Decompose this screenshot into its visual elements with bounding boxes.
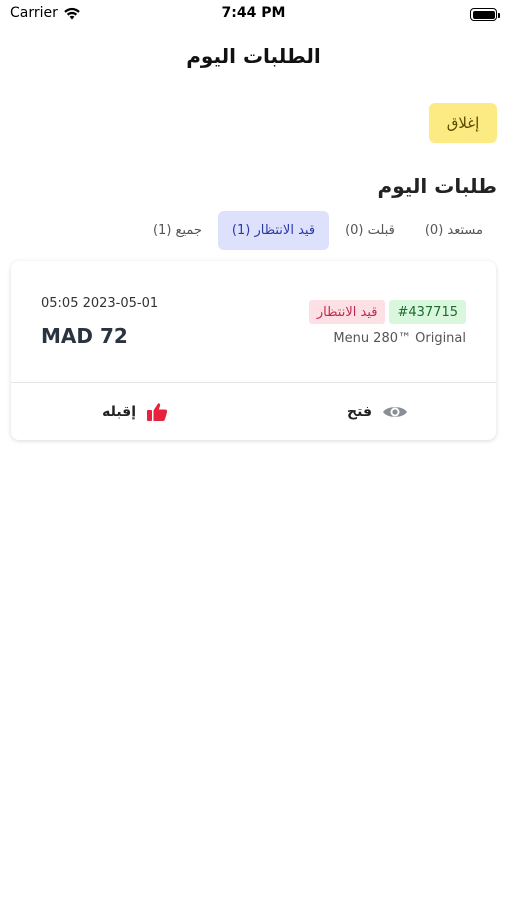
order-id-badge: #437715 <box>389 300 466 324</box>
tab-pending[interactable]: قيد الانتظار (1) <box>217 211 330 250</box>
status-badge: قيد الانتظار <box>308 300 386 324</box>
status-time: 7:44 PM <box>221 5 286 21</box>
close-button[interactable]: إغلاق <box>429 103 497 143</box>
order-price: MAD 72 <box>41 324 128 348</box>
order-date: 05:05 2023-05-01 <box>41 296 159 311</box>
tab-all[interactable]: جميع (1) <box>139 211 216 250</box>
order-badges: #437715 قيد الانتظار <box>308 300 466 324</box>
tab-accepted[interactable]: قبلت (0) <box>331 211 409 250</box>
open-order-label: فتح <box>347 403 372 420</box>
status-bar: Carrier 7:44 PM <box>0 0 507 28</box>
section-title: طلبات اليوم <box>377 174 497 198</box>
eye-icon <box>382 404 408 420</box>
accept-order-button[interactable]: إقبله <box>102 383 168 440</box>
order-card: 05:05 2023-05-01 MAD 72 #437715 قيد الان… <box>11 261 496 440</box>
order-filter-tabs: جميع (1) قيد الانتظار (1) قبلت (0) مستعد… <box>139 211 497 250</box>
battery-icon <box>470 8 500 21</box>
tab-ready[interactable]: مستعد (0) <box>411 211 497 250</box>
thumbs-up-icon <box>146 402 168 422</box>
accept-order-label: إقبله <box>102 403 136 420</box>
open-order-button[interactable]: فتح <box>347 383 408 440</box>
menu-name: Menu 280™ Original <box>333 331 466 346</box>
page-title: الطلبات اليوم <box>186 44 321 68</box>
order-actions: فتح إقبله <box>11 383 496 440</box>
order-summary[interactable]: 05:05 2023-05-01 MAD 72 #437715 قيد الان… <box>11 261 496 383</box>
